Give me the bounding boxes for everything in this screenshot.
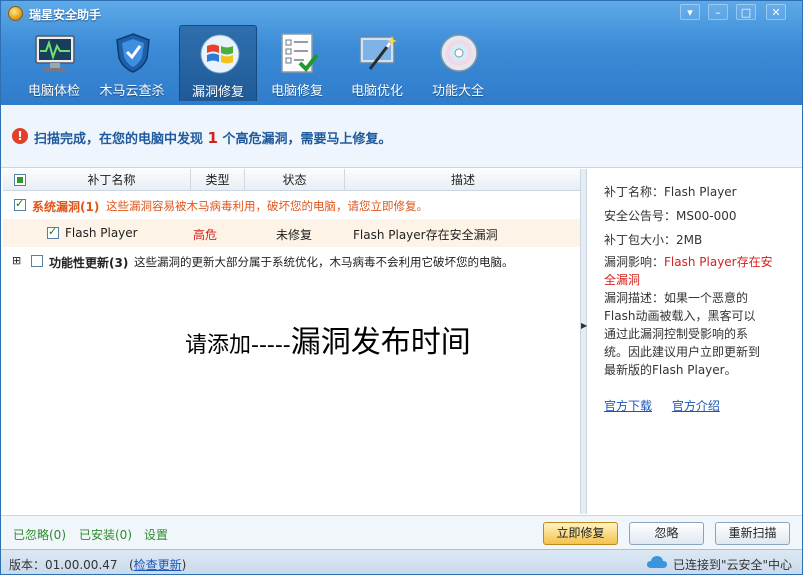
table-header: 补丁名称 类型 状态 描述: [3, 169, 580, 191]
tool-label: 漏洞修复: [191, 85, 244, 100]
action-bar: 已忽略(0) 已安装(0) 设置 立即修复 忽略 重新扫描: [1, 515, 802, 549]
tool-all-features[interactable]: 功能大全: [419, 25, 497, 101]
settings-link[interactable]: 设置: [144, 526, 168, 543]
status-bar: 版本：01.00.00.47 (检查更新) 已连接到"云安全"中心: [1, 549, 802, 574]
tool-trojan-scan[interactable]: 木马云查杀: [93, 25, 171, 101]
detail-bulletin-value: MS00-000: [676, 209, 737, 223]
pane-splitter[interactable]: ▶: [581, 169, 587, 514]
detail-desc: 漏洞描述：如果一个恶意的Flash动画被载入，黑客可以通过此漏洞控制受影响的系统…: [604, 289, 766, 379]
detail-bulletin-label: 安全公告号：: [604, 209, 677, 223]
patch-name: Flash Player: [65, 226, 138, 240]
version-info: 版本：01.00.00.47 (检查更新): [9, 558, 187, 572]
tool-label: 木马云查杀: [99, 84, 165, 99]
tool-pc-repair[interactable]: 电脑修复: [258, 25, 336, 101]
ignored-link[interactable]: 已忽略(0): [13, 526, 66, 543]
connection-status: 已连接到"云安全"中心: [673, 558, 793, 572]
tool-label: 电脑优化: [350, 84, 403, 99]
scan-result-prefix: 扫描完成，在您的电脑中发现: [34, 132, 204, 147]
main-toolbar: 电脑体检 木马云查杀 漏洞修复 电脑修复 电脑优化 功能大全: [1, 25, 802, 103]
tool-pc-optimize[interactable]: 电脑优化: [338, 25, 416, 101]
column-header[interactable]: 类型: [191, 169, 245, 191]
column-header[interactable]: 补丁名称: [33, 169, 191, 191]
detail-name-value: Flash Player: [664, 185, 737, 199]
placeholder-note: 请添加-----漏洞发布时间: [185, 317, 471, 361]
column-header[interactable]: 描述: [345, 169, 581, 191]
group-checkbox[interactable]: [14, 197, 26, 211]
patch-status: 未修复: [276, 228, 313, 242]
tool-label: 电脑修复: [270, 84, 323, 99]
app-window: 瑞星安全助手 ▾ – □ ✕ 电脑体检 木马云查杀 漏洞修复 电脑修复 电脑优化…: [0, 0, 803, 575]
tool-vuln-fix[interactable]: 漏洞修复: [179, 25, 257, 101]
placeholder-main: 漏洞发布时间: [290, 325, 471, 360]
windows-logo-icon: [200, 34, 240, 74]
app-logo-icon: [8, 6, 23, 21]
detail-bulletin: 安全公告号：MS00-000: [604, 207, 802, 225]
detail-size-value: 2MB: [676, 233, 703, 247]
scan-result-suffix: 个高危漏洞，需要马上修复。: [222, 132, 392, 147]
cloud-icon: [647, 556, 667, 568]
group-note: 这些漏洞的更新大部分属于系统优化，木马病毒不会利用它破坏您的电脑。: [134, 255, 514, 269]
close-button[interactable]: ✕: [766, 4, 786, 20]
minimize-button[interactable]: –: [708, 4, 728, 20]
vuln-count: 1: [207, 129, 218, 147]
group-checkbox[interactable]: [31, 255, 43, 267]
detail-name: 补丁名称：Flash Player: [604, 183, 802, 201]
detail-impact-label: 漏洞影响：: [604, 255, 665, 269]
warning-icon: !: [12, 128, 28, 144]
placeholder-prefix: 请添加-----: [185, 333, 291, 358]
tool-label: 功能大全: [431, 84, 484, 99]
disc-icon: [440, 34, 478, 72]
select-all-checkbox[interactable]: [14, 174, 26, 186]
fix-now-button[interactable]: 立即修复: [543, 522, 618, 545]
checklist-icon: [281, 33, 319, 73]
detail-size: 补丁包大小：2MB: [604, 231, 802, 249]
patch-desc: Flash Player存在安全漏洞: [353, 228, 498, 242]
tool-label: 电脑体检: [27, 84, 80, 99]
group-title: 功能性更新(3): [49, 256, 129, 270]
rescan-button[interactable]: 重新扫描: [715, 522, 790, 545]
patch-type: 高危: [193, 228, 218, 242]
monitor-pulse-icon: [35, 35, 75, 71]
installed-link[interactable]: 已安装(0): [79, 526, 132, 543]
check-update-link[interactable]: 检查更新: [134, 558, 182, 572]
title-bar: 瑞星安全助手 ▾ – □ ✕: [1, 1, 802, 25]
detail-impact: 漏洞影响：Flash Player存在安全漏洞: [604, 253, 774, 289]
menu-button[interactable]: ▾: [680, 4, 700, 20]
app-title: 瑞星安全助手: [29, 8, 102, 22]
expand-icon[interactable]: ⊞: [12, 254, 21, 267]
header: 瑞星安全助手 ▾ – □ ✕ 电脑体检 木马云查杀 漏洞修复 电脑修复 电脑优化…: [1, 1, 802, 105]
official-intro-link[interactable]: 官方介绍: [672, 399, 720, 413]
ignore-button[interactable]: 忽略: [629, 522, 704, 545]
group-title: 系统漏洞(1): [32, 200, 100, 214]
group-row-system[interactable]: 系统漏洞(1) 这些漏洞容易被木马病毒利用，破坏您的电脑，请您立即修复。: [3, 193, 580, 217]
tool-pc-checkup[interactable]: 电脑体检: [15, 25, 93, 101]
row-checkbox[interactable]: [47, 225, 59, 239]
scan-result-bar: ! 扫描完成，在您的电脑中发现 1 个高危漏洞，需要马上修复。: [1, 105, 802, 168]
patch-detail-pane: 补丁名称：Flash Player 安全公告号：MS00-000 补丁包大小：2…: [588, 169, 802, 514]
detail-name-label: 补丁名称：: [604, 185, 665, 199]
detail-links: 官方下载 官方介绍: [604, 397, 736, 414]
shield-icon: [116, 33, 150, 73]
group-note: 这些漏洞容易被木马病毒利用，破坏您的电脑，请您立即修复。: [106, 199, 428, 213]
column-header[interactable]: 状态: [245, 169, 345, 191]
detail-desc-label: 漏洞描述：: [604, 291, 665, 305]
group-row-feature[interactable]: ⊞ 功能性更新(3) 这些漏洞的更新大部分属于系统优化，木马病毒不会利用它破坏您…: [3, 249, 580, 273]
magic-wand-icon: [359, 36, 397, 70]
official-download-link[interactable]: 官方下载: [604, 399, 652, 413]
version-text: 版本：01.00.00.47: [9, 558, 118, 572]
table-row[interactable]: Flash Player 高危 未修复 Flash Player存在安全漏洞: [3, 219, 580, 247]
scan-result-text: 扫描完成，在您的电脑中发现 1 个高危漏洞，需要马上修复。: [34, 128, 392, 147]
detail-size-label: 补丁包大小：: [604, 233, 677, 247]
patch-list: 补丁名称 类型 状态 描述 系统漏洞(1) 这些漏洞容易被木马病毒利用，破坏您的…: [3, 169, 581, 514]
collapse-arrow-icon[interactable]: ▶: [581, 321, 587, 330]
maximize-button[interactable]: □: [736, 4, 756, 20]
